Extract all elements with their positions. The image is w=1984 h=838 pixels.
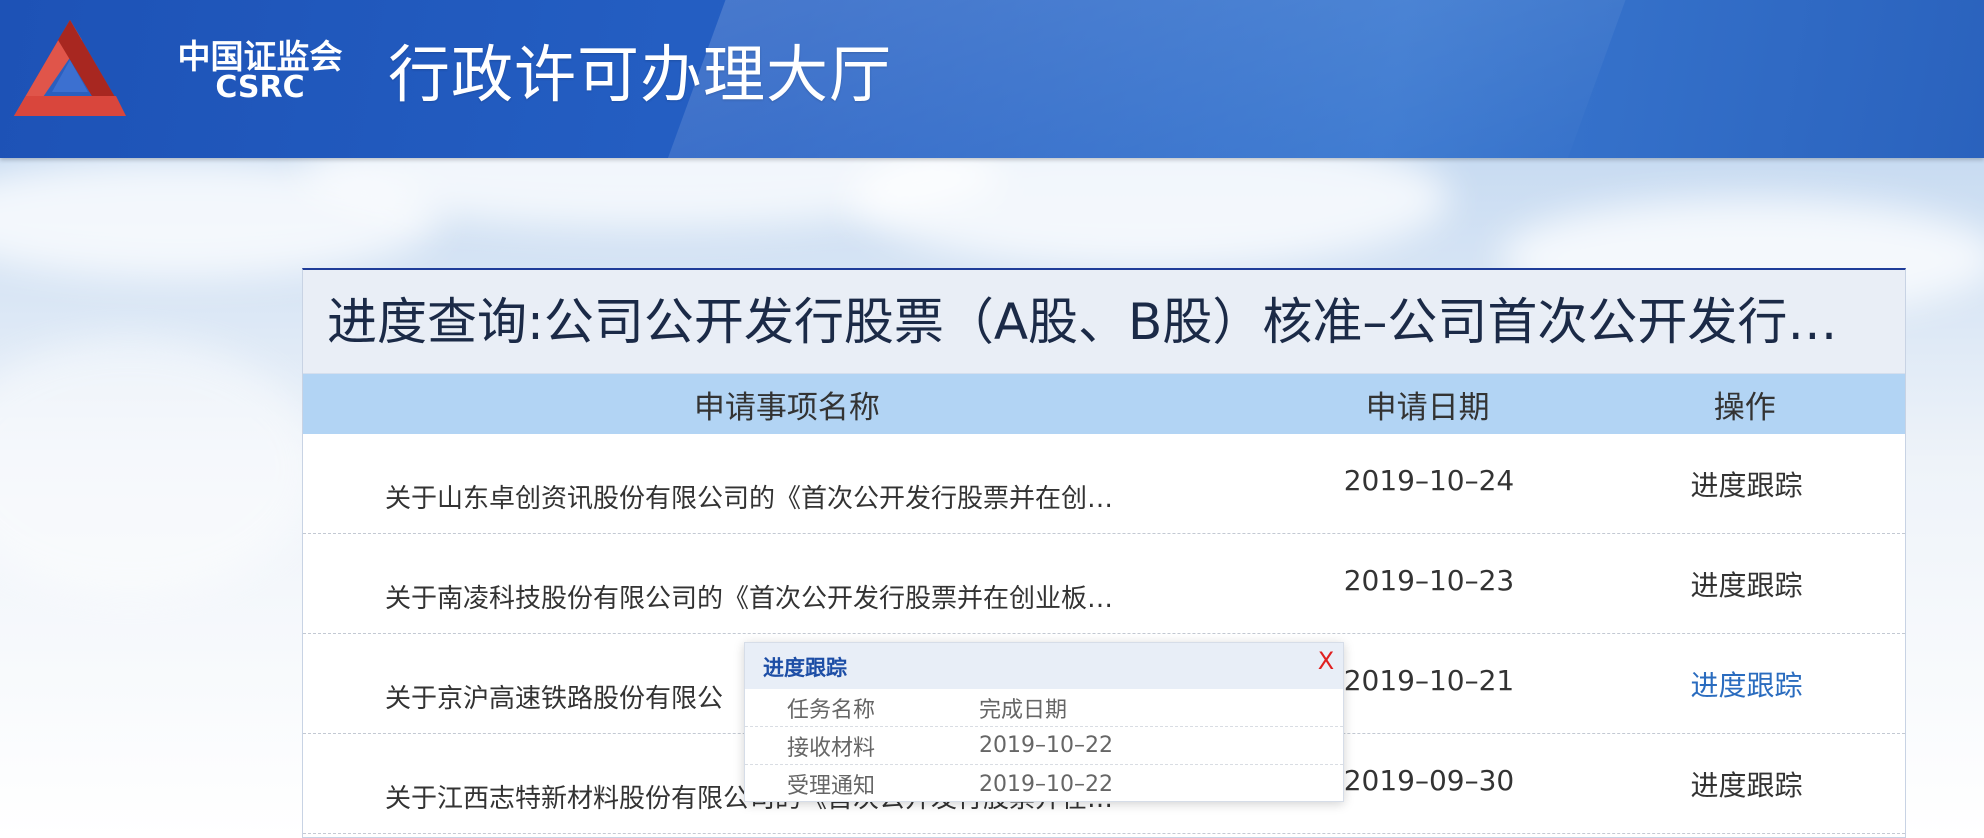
site-title: 行政许可办理大厅 bbox=[388, 38, 893, 111]
close-icon[interactable]: X bbox=[1313, 647, 1339, 677]
popup-header: 进度跟踪 X bbox=[745, 643, 1343, 689]
table-row: 关于山东卓创资讯股份有限公司的《首次公开发行股票并在创… 2019–10–24 … bbox=[303, 434, 1905, 534]
popup-table-header: 任务名称 完成日期 bbox=[745, 689, 1343, 727]
column-header-date: 申请日期 bbox=[1365, 389, 1490, 426]
table-row: 关于南凌科技股份有限公司的《首次公开发行股票并在创业板… 2019–10–23 … bbox=[303, 534, 1905, 634]
popup-list-item: 接收材料 2019–10–22 bbox=[745, 727, 1343, 765]
row-item-date: 2019–10–23 bbox=[1343, 564, 1515, 597]
popup-task-date: 2019–10–22 bbox=[979, 771, 1113, 797]
row-item-date: 2019–10–24 bbox=[1343, 464, 1515, 497]
row-item-name[interactable]: 关于南凌科技股份有限公司的《首次公开发行股票并在创业板… bbox=[385, 578, 1113, 615]
table-header: 申请事项名称 申请日期 操作 bbox=[303, 374, 1905, 434]
row-item-name[interactable]: 关于京沪高速铁路股份有限公 bbox=[385, 678, 723, 715]
progress-track-link[interactable]: 进度跟踪 bbox=[1586, 464, 1907, 504]
page-title: 进度查询:公司公开发行股票（A股、B股）核准–公司首次公开发行… bbox=[303, 270, 1905, 374]
progress-track-popup: 进度跟踪 X 任务名称 完成日期 接收材料 2019–10–22 受理通知 20… bbox=[744, 642, 1344, 802]
progress-track-link[interactable]: 进度跟踪 bbox=[1586, 564, 1907, 604]
row-item-name[interactable]: 关于山东卓创资讯股份有限公司的《首次公开发行股票并在创… bbox=[385, 478, 1113, 515]
popup-task-name: 接收材料 bbox=[787, 735, 876, 761]
csrc-logo-icon bbox=[14, 20, 126, 116]
column-header-op: 操作 bbox=[1713, 389, 1776, 426]
progress-track-link-active[interactable]: 进度跟踪 bbox=[1586, 664, 1907, 704]
site-header: 中国证监会 CSRC 行政许可办理大厅 bbox=[0, 0, 1984, 158]
progress-track-link[interactable]: 进度跟踪 bbox=[1586, 764, 1907, 804]
column-header-name: 申请事项名称 bbox=[693, 389, 880, 426]
popup-task-date: 2019–10–22 bbox=[979, 733, 1113, 758]
popup-title: 进度跟踪 bbox=[763, 656, 847, 680]
popup-column-date: 完成日期 bbox=[979, 697, 1068, 723]
popup-column-task: 任务名称 bbox=[787, 697, 876, 723]
popup-list-item: 受理通知 2019–10–22 bbox=[745, 765, 1343, 803]
logo-text-en: CSRC bbox=[215, 70, 305, 105]
popup-task-name: 受理通知 bbox=[787, 774, 876, 799]
